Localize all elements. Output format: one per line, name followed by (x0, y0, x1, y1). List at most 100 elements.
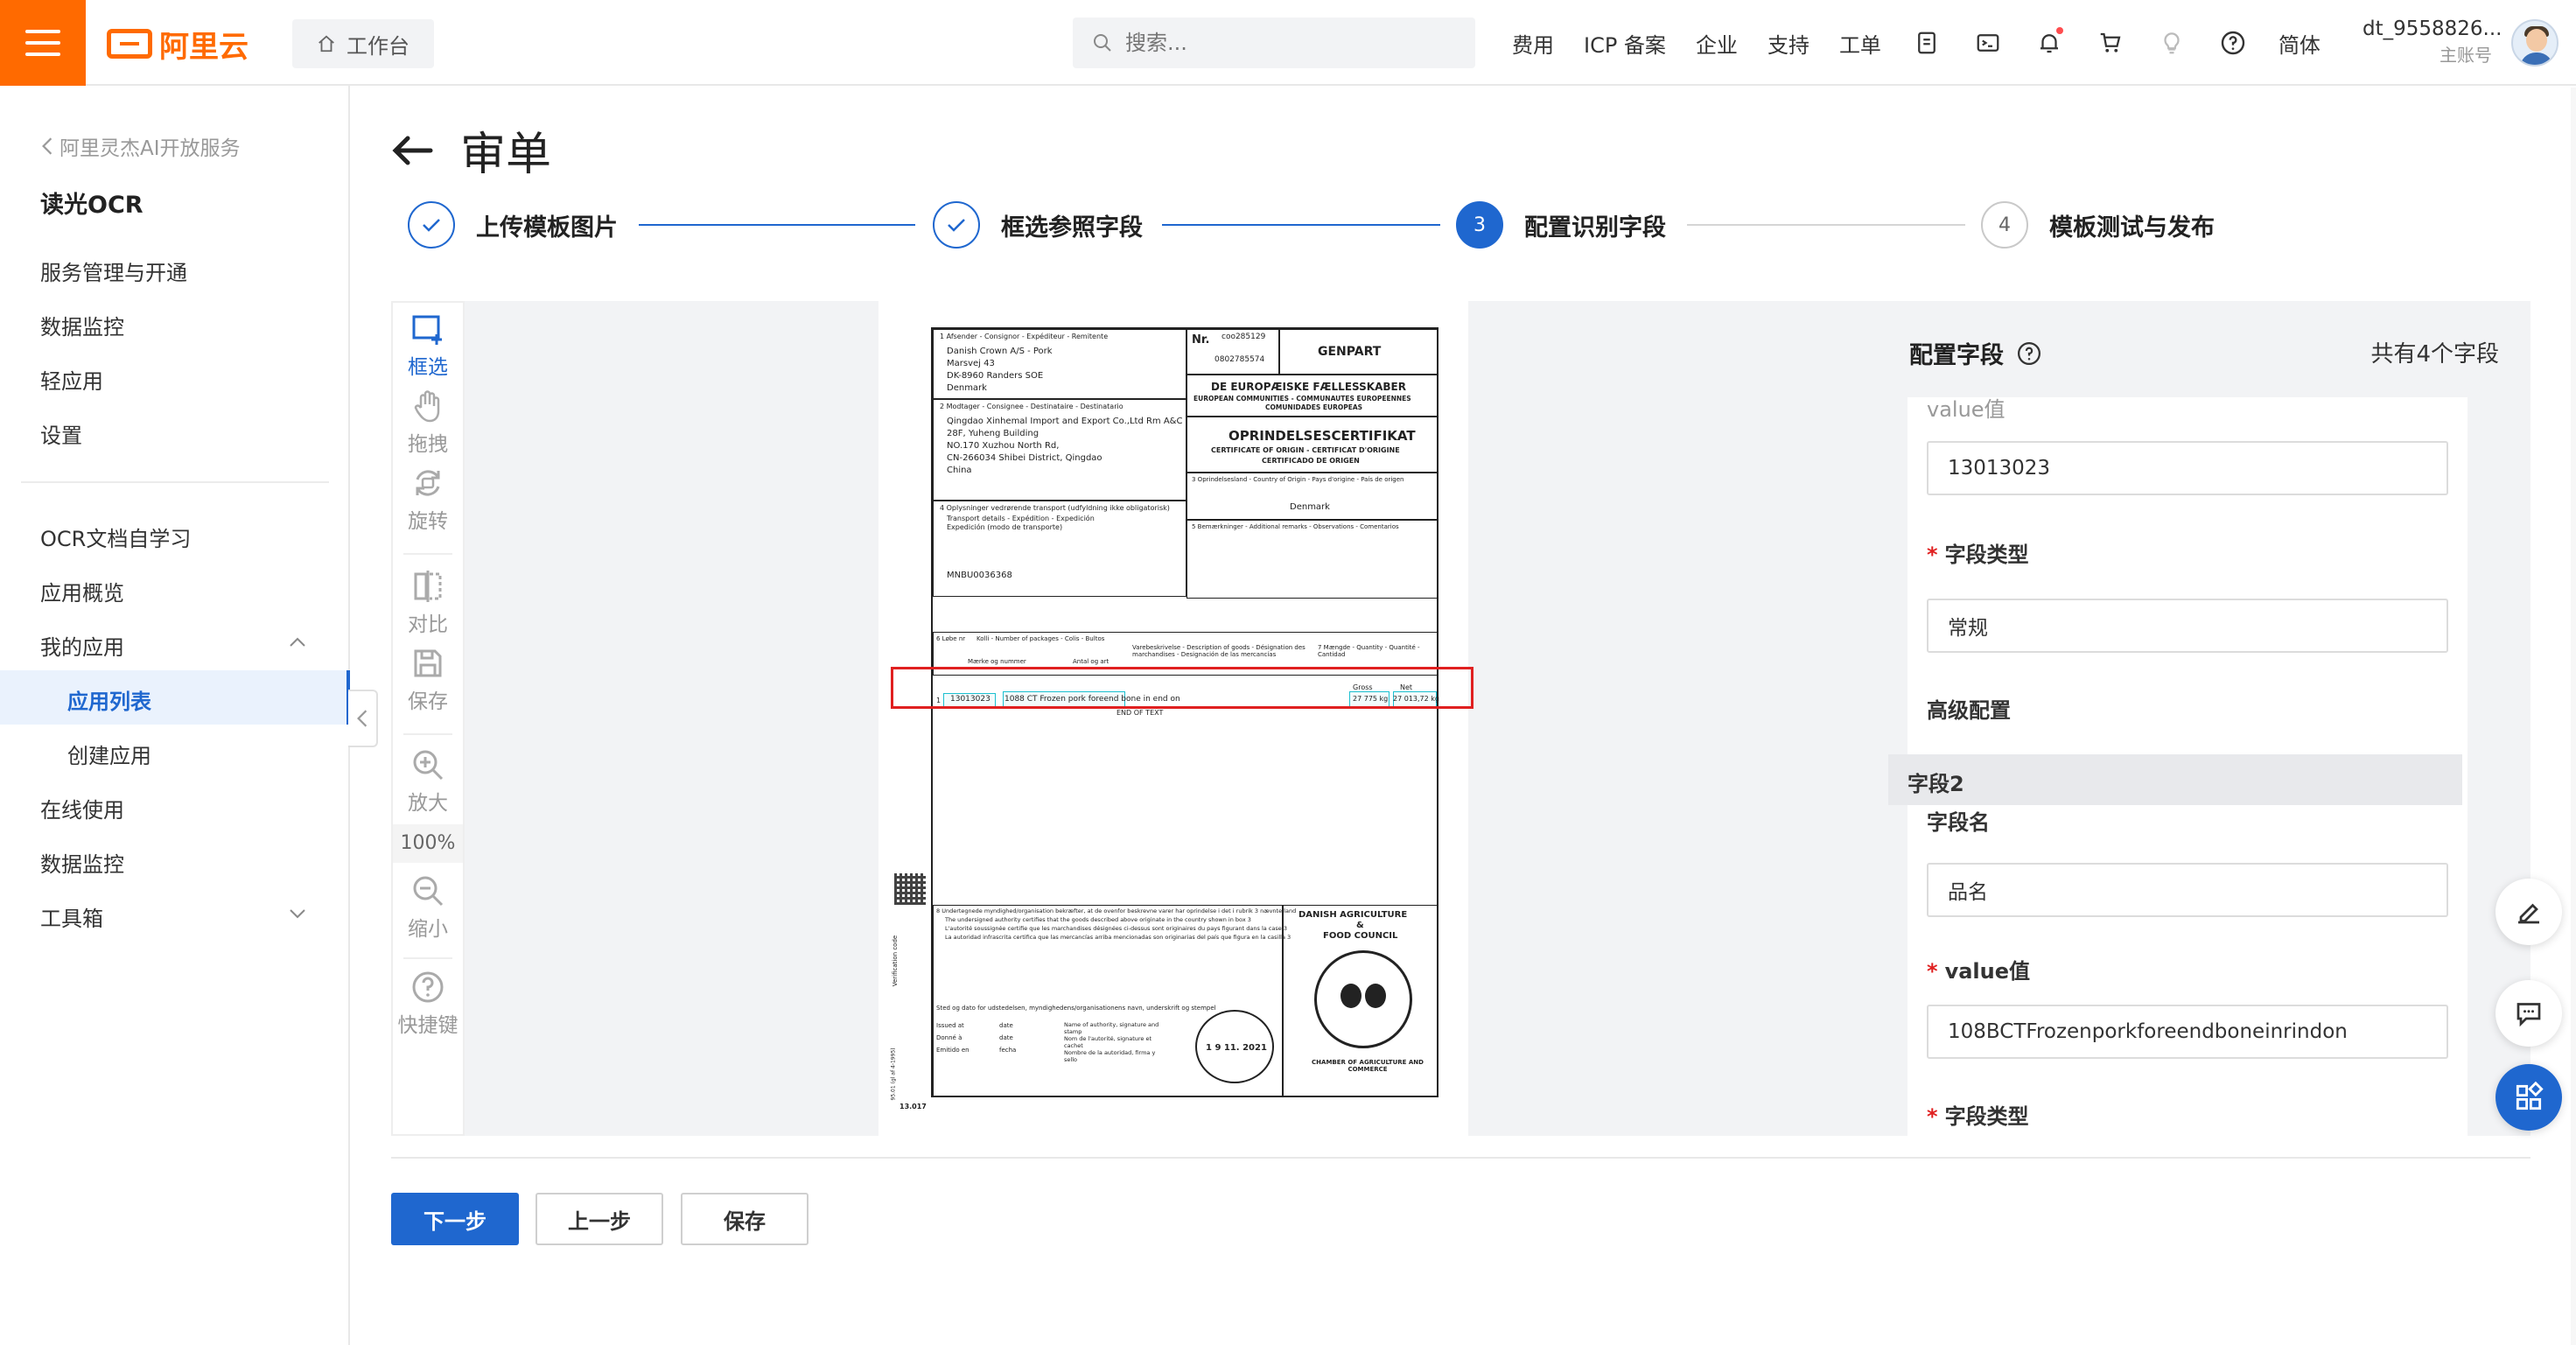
sidebar-item-settings[interactable]: 设置 (40, 418, 82, 449)
sidebar-item-toolbox[interactable]: 工具箱 (40, 901, 103, 932)
aliyun-logo[interactable]: 阿里云 (107, 25, 248, 65)
seal-mark (1340, 984, 1362, 1008)
tool-label: 框选 (408, 356, 448, 379)
doc-text: Verification code (892, 935, 900, 987)
field2-group-title: 字段2 (1908, 772, 1964, 796)
terminal-icon[interactable] (1972, 27, 2004, 59)
doc-text: date (999, 1034, 1013, 1041)
doc-text: Antal og art (1073, 658, 1110, 665)
compare-tool[interactable]: 对比 (393, 569, 463, 637)
tool-label: 旋转 (408, 510, 448, 533)
language-switch[interactable]: 简体 (2278, 28, 2320, 59)
hand-icon (414, 390, 440, 423)
step-configure: 3 配置识别字段 (1456, 201, 1666, 249)
drag-tool[interactable]: 拖拽 (393, 389, 463, 457)
menu-icon[interactable] (0, 0, 86, 86)
doc-text: DE EUROPÆISKE FÆLLESSKABER (1211, 381, 1406, 393)
feedback-float-button[interactable] (2496, 980, 2562, 1047)
workbench-button[interactable]: 工作台 (292, 19, 434, 68)
zoom-in-tool[interactable]: 放大 (393, 747, 463, 816)
selected-region-highlight[interactable] (891, 667, 1474, 709)
doc-text: 2 Modtager - Consignee - Destinataire - … (940, 403, 1124, 410)
next-step-button[interactable]: 下一步 (391, 1193, 519, 1245)
config-title: 配置字段 (1909, 336, 2042, 370)
nav-enterprise[interactable]: 企业 (1696, 28, 1738, 59)
field1-type-label: * 字段类型 (1927, 543, 2029, 567)
lightbulb-icon[interactable] (2156, 27, 2188, 59)
tool-label: 保存 (408, 690, 448, 713)
field1-type-select[interactable]: 常规 (1927, 599, 2448, 653)
back-link[interactable]: 阿里灵杰AI开放服务 (40, 131, 241, 161)
search-box[interactable] (1073, 18, 1475, 68)
apps-float-button[interactable] (2496, 1064, 2562, 1131)
aliyun-logo-icon (107, 29, 152, 59)
toolbar-divider (403, 733, 452, 735)
chevron-up-icon[interactable] (287, 632, 308, 653)
sidebar-item-ocr-learning[interactable]: OCR文档自学习 (40, 522, 191, 552)
rotate-tool[interactable]: 旋转 (393, 466, 463, 534)
sidebar-collapse-button[interactable] (348, 690, 378, 747)
field2-value-input[interactable]: 108BCTFrozenporkforeendboneinrindon (1927, 1005, 2448, 1059)
avatar[interactable] (2511, 19, 2558, 67)
label-text: 字段类型 (1944, 543, 2029, 567)
arrow-left-icon[interactable] (390, 133, 434, 168)
document-image: 1 Afsender - Consignor - Expéditeur - Re… (878, 301, 1474, 1136)
help-icon[interactable] (2016, 340, 2042, 367)
step-label: 配置识别字段 (1524, 214, 1666, 242)
chevron-left-icon (42, 137, 52, 155)
field2-group-header[interactable]: 字段2 (1888, 754, 2462, 805)
toolbar-divider (403, 957, 452, 959)
bell-icon[interactable] (2034, 27, 2065, 59)
nav-ticket[interactable]: 工单 (1839, 28, 1881, 59)
nav-billing[interactable]: 费用 (1512, 28, 1554, 59)
field2-name-input[interactable]: 品名 (1927, 863, 2448, 917)
shortcuts-tool[interactable]: 快捷键 (393, 970, 463, 1038)
prev-step-button[interactable]: 上一步 (536, 1193, 663, 1245)
doc-text: CERTIFICADO DE ORIGEN (1262, 457, 1360, 465)
sidebar-item-online-use[interactable]: 在线使用 (40, 793, 124, 823)
sidebar-item-create-app[interactable]: 创建应用 (67, 739, 151, 769)
sidebar-item-monitor[interactable]: 数据监控 (40, 310, 124, 340)
search-input[interactable] (1125, 31, 1440, 55)
sidebar-item-app-list[interactable]: 应用列表 (0, 670, 350, 725)
tool-label: 拖拽 (408, 433, 448, 456)
save-button[interactable]: 保存 (681, 1193, 808, 1245)
doc-text: CERTIFICATE OF ORIGIN - CERTIFICAT D'ORI… (1211, 446, 1400, 454)
doc-text: Sted og dato for udstedelsen, myndighede… (936, 1005, 1216, 1012)
sidebar-item-monitor-2[interactable]: 数据监控 (40, 847, 124, 878)
field2-value-text: 108BCTFrozenporkforeendboneinrindon (1948, 1020, 2348, 1043)
field1-value-input[interactable]: 13013023 (1927, 441, 2448, 495)
user-account[interactable]: dt_9558826... 主账号 (2362, 16, 2502, 72)
advanced-config[interactable]: 高级配置 (1927, 693, 2011, 724)
doc-text: Qingdao Xinhemal Import and Export Co.,L… (947, 417, 1183, 426)
document-icon[interactable] (1911, 27, 1942, 59)
nav-icp[interactable]: ICP 备案 (1584, 28, 1666, 59)
sidebar-item-app-overview[interactable]: 应用概览 (40, 576, 124, 606)
doc-text: China (947, 466, 972, 475)
doc-text: Denmark (1290, 502, 1330, 512)
tool-label: 快捷键 (397, 1014, 458, 1037)
zoom-out-tool[interactable]: 缩小 (393, 873, 463, 942)
qr-code (894, 873, 926, 905)
page-scrollbar[interactable] (2571, 88, 2576, 1345)
doc-text: sello (1064, 1056, 1077, 1063)
field1-value-text: 13013023 (1948, 457, 2051, 480)
sidebar-item-my-apps[interactable]: 我的应用 (40, 630, 124, 661)
image-canvas[interactable]: 1 Afsender - Consignor - Expéditeur - Re… (465, 301, 1880, 1136)
chevron-down-icon[interactable] (287, 903, 308, 924)
product-title: 读光OCR (40, 192, 144, 219)
cart-icon[interactable] (2095, 27, 2126, 59)
edit-float-button[interactable] (2496, 879, 2562, 945)
step-label: 框选参照字段 (1001, 214, 1143, 242)
sidebar-item-service[interactable]: 服务管理与开通 (40, 256, 187, 286)
select-tool[interactable]: 框选 (393, 312, 463, 380)
doc-text: L'autorité soussignée certifie que les m… (945, 925, 1287, 932)
doc-text: La autoridad infrascrita certifica que l… (945, 934, 1292, 941)
doc-text: FOOD COUNCIL (1323, 931, 1398, 941)
sidebar-item-lite-app[interactable]: 轻应用 (40, 364, 103, 395)
help-icon[interactable] (2217, 27, 2249, 59)
nav-support[interactable]: 支持 (1768, 28, 1810, 59)
doc-text: 1 Afsender - Consignor - Expéditeur - Re… (940, 333, 1109, 340)
save-tool[interactable]: 保存 (393, 646, 463, 714)
doc-text: The undersigned authority certifies that… (945, 916, 1251, 923)
